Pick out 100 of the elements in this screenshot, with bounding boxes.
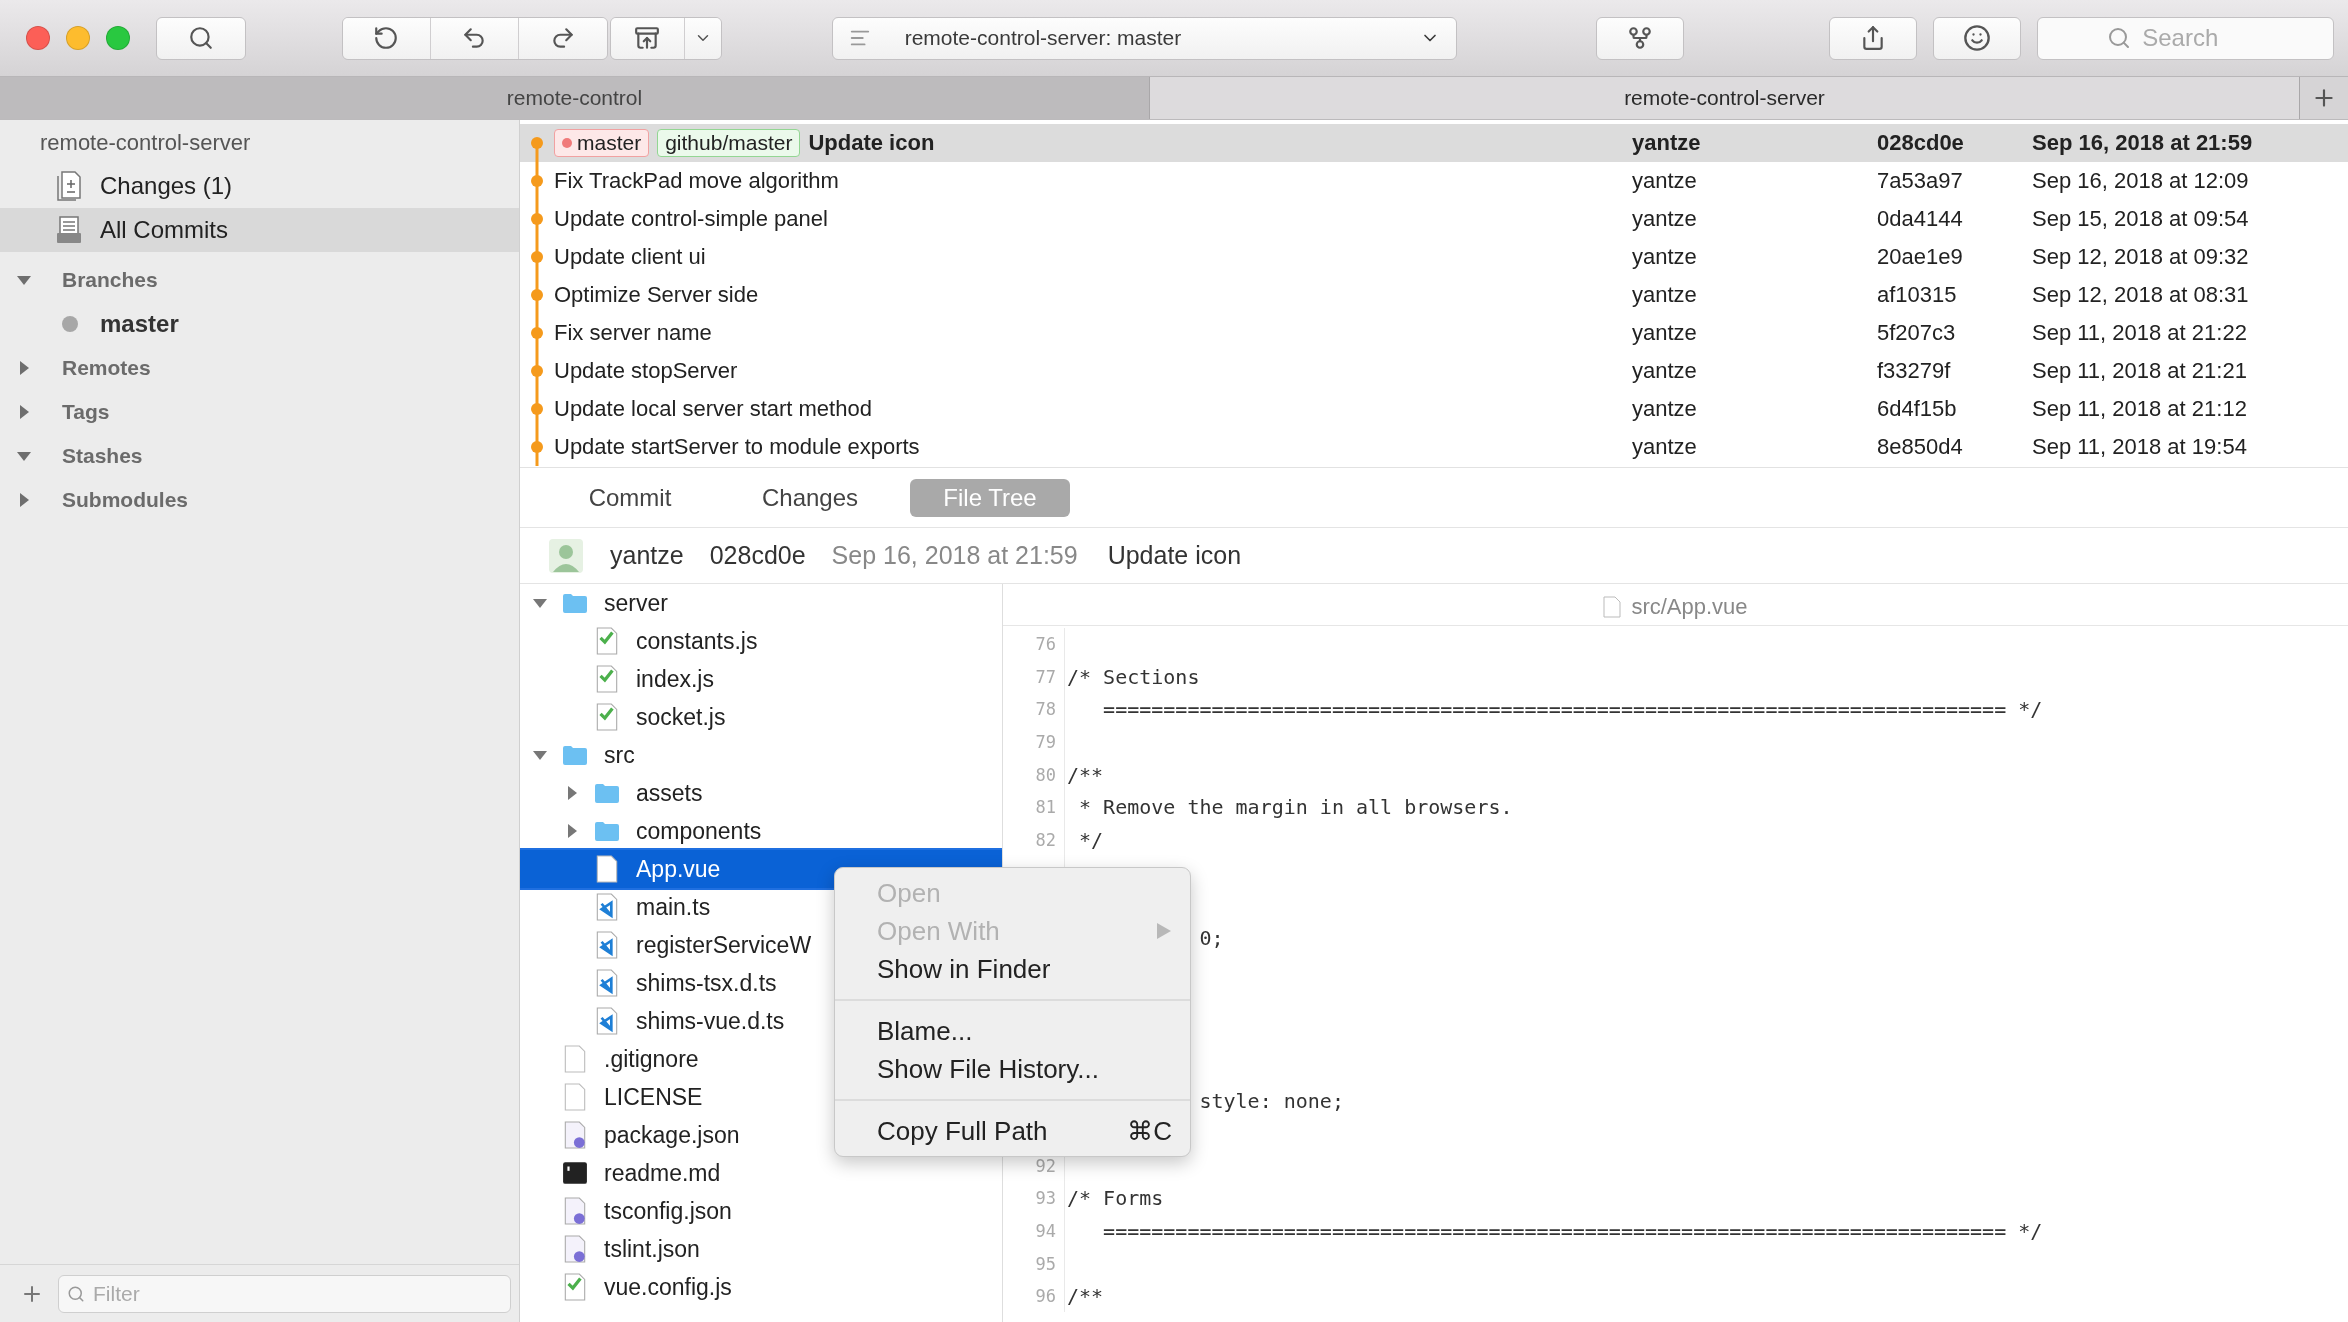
search-field[interactable]: Search [2037,16,2334,60]
detail-tab[interactable]: Changes [730,478,890,517]
file-tree-row[interactable]: socket.js [520,698,1002,736]
commit-author: yantze [1632,282,1698,308]
circular-arrow-icon [373,25,400,51]
window-tab[interactable]: remote-control-server [1150,77,2300,119]
line-number: 94 [1035,1221,1056,1241]
branch-item[interactable]: master [0,302,519,346]
line-number: 76 [1035,634,1056,655]
branch-dot-icon [562,138,572,148]
document-diff-icon [56,171,82,201]
commit-date: Sep 16, 2018 at 12:09 [2032,168,2250,194]
script-file-icon [562,1273,588,1301]
line-number: 82 [1035,829,1056,850]
commit-row[interactable]: master github/master Update icon yantze 028cd0e Sep 16, 2018 at 21:59 [520,124,2348,162]
code-file-icon [594,931,620,959]
code-line: =========================================================================== */ [1102,1219,2043,1243]
menu-item[interactable]: Blame... [835,1012,1190,1050]
file-tree-row[interactable]: vue.config.js [520,1268,1002,1306]
commit-date: Sep 11, 2018 at 21:12 [2032,396,2248,422]
repository-select[interactable]: remote-control-server: master [831,16,1458,60]
search-button[interactable] [155,16,246,60]
section-title: Submodules [62,488,188,512]
commit-author: yantze [1632,434,1698,460]
zoom-icon[interactable] [105,26,130,50]
share-button[interactable] [1829,16,1918,60]
emoji-button[interactable] [1933,16,2022,60]
commit-date: Sep 11, 2018 at 21:22 [2032,320,2248,346]
fetch-button[interactable] [342,17,431,59]
avatar-icon [548,537,584,574]
script-file-icon [594,627,620,655]
commit-date: Sep 16, 2018 at 21:59 [2032,130,2254,156]
stash-button[interactable] [610,17,685,59]
close-icon[interactable] [26,26,50,50]
file-tree-row[interactable]: components [520,812,1002,850]
menu-item[interactable]: Show in Finder [835,950,1190,988]
file-tree-row[interactable]: readme.md [520,1154,1002,1192]
file-tree-row[interactable]: tsconfig.json [520,1192,1002,1230]
sidebar-item[interactable]: Changes (1) [0,164,519,208]
file-tree-row[interactable]: assets [520,774,1002,812]
line-number: 93 [1035,1188,1056,1209]
code-line: /** [1066,762,1104,787]
commit-subject: Update client ui [554,244,706,270]
line-number: 78 [1035,699,1056,720]
new-tab-button[interactable] [2300,77,2348,119]
sidebar-section[interactable]: Stashes [0,434,519,478]
sidebar-section[interactable]: Branches [0,258,519,302]
commit-subject: Update stopServer [554,358,738,384]
submenu-arrow-icon [1156,922,1172,940]
code-line: */ [1078,827,1104,852]
file-tree-row[interactable]: server [520,584,1002,622]
window-tab[interactable]: remote-control [0,77,1150,119]
file-tree-row[interactable]: index.js [520,660,1002,698]
commit-author: yantze [1632,168,1698,194]
commit-hash: 0da4144 [1877,206,1964,232]
commit-subject: Update startServer to module exports [554,434,920,460]
push-button[interactable] [518,17,607,59]
section-title: Tags [62,400,110,424]
code-file-icon [594,1007,620,1035]
commit-hash: 8e850d4 [1877,434,1964,460]
commit-author: yantze [1632,358,1698,384]
file-path: src/App.vue [1631,593,1748,620]
branch-button[interactable] [1596,16,1685,60]
commit-hash: 6d4f15b [1877,396,1958,422]
code-line: 0; [1198,925,1224,950]
file-tree-row[interactable]: src [520,736,1002,774]
commit-date: Sep 15, 2018 at 09:54 [2032,206,2250,232]
code-line: =========================================================================== */ [1102,697,2043,722]
branch-tag: master [554,129,650,157]
file-icon [594,855,620,883]
file-tree-row[interactable]: constants.js [520,622,1002,660]
branch-dot-icon [62,316,78,332]
pull-button[interactable] [430,17,519,59]
commit-hash: 7a53a97 [1877,168,1964,194]
file-tree-row[interactable]: tslint.json [520,1230,1002,1268]
detail-tab[interactable]: Commit [550,478,710,517]
sidebar-item[interactable]: All Commits [0,208,519,252]
commit-subject: Update icon [808,130,935,156]
search-icon [67,1284,85,1303]
code-line: /* Sections [1066,664,1200,689]
commit-subject: Fix TrackPad move algorithm [554,168,839,194]
commit-author: yantze [1632,130,1702,156]
line-number: 79 [1035,732,1056,753]
section-title: Stashes [62,444,143,468]
commit-subject: Fix server name [554,320,712,346]
commit-date: Sep 16, 2018 at 21:59 [831,541,1078,570]
line-number: 77 [1035,666,1056,687]
branch-tag: github/master [657,129,801,157]
sidebar-section[interactable]: Submodules [0,478,519,522]
search-icon [2107,25,2132,50]
settings-file-icon [562,1197,588,1225]
commit-subject: Update icon [1107,541,1242,570]
sidebar-section[interactable]: Remotes [0,346,519,390]
commit-date: Sep 12, 2018 at 08:31 [2032,282,2250,308]
commit-hash: 5f207c3 [1877,320,1957,346]
section-title: Branches [62,268,158,292]
sidebar-section[interactable]: Tags [0,390,519,434]
terminal-icon [562,1159,588,1187]
filter-field[interactable]: Filter [58,1274,511,1313]
commit-author: yantze [1632,206,1698,232]
